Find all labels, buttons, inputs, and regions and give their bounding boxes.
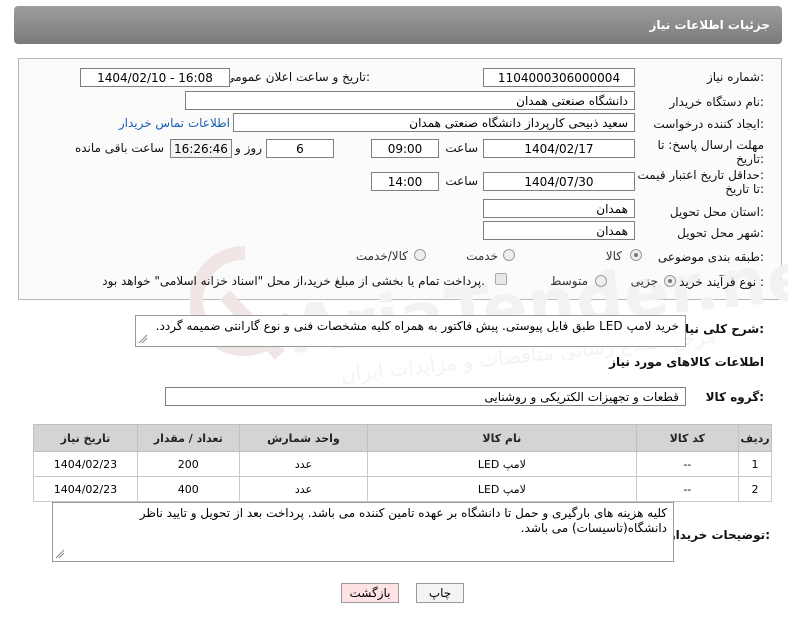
category-option-goods: کالا (605, 249, 622, 263)
need-number-label: شماره نیاز: (706, 70, 764, 84)
remaining-time-label: ساعت باقی مانده (74, 141, 164, 155)
category-option-goods-service: کالا/خدمت (355, 249, 408, 263)
validity-label-line1: حداقل تاریخ اعتبار قیمت: (637, 168, 764, 182)
deadline-label-line2: تاریخ: (736, 152, 764, 166)
requester-field: سعید ذبیحی کارپرداز دانشگاه صنعتی همدان (233, 113, 635, 132)
goods-table-header: ردیف کد کالا نام کالا واحد شمارش تعداد /… (33, 424, 772, 452)
goods-table: ردیف کد کالا نام کالا واحد شمارش تعداد /… (33, 424, 772, 502)
table-row: 2 -- لامپ LED عدد 400 1404/02/23 (33, 476, 772, 502)
deadline-time-label: ساعت (445, 141, 478, 155)
cell-unit: عدد (238, 451, 369, 477)
validity-time-field: 14:00 (371, 172, 439, 191)
need-number-field: 1104000306000004 (483, 68, 635, 87)
goods-group-field: قطعات و تجهیزات الکتریکی و روشنایی (165, 387, 686, 406)
cell-row: 1 (738, 451, 772, 477)
cell-qty: 200 (136, 451, 240, 477)
validity-time-label: ساعت (445, 174, 478, 188)
cell-code: -- (635, 476, 740, 502)
process-radio-minor[interactable] (664, 275, 676, 287)
watermark-logo-icon (190, 245, 297, 360)
goods-section-title: اطلاعات کالاهای مورد نیاز (609, 355, 764, 369)
summary-text: خرید لامپ LED طبق فایل پیوستی. پیش فاکتو… (155, 319, 679, 333)
category-label: طبقه بندی موضوعی: (657, 250, 764, 264)
col-name: نام کالا (367, 424, 637, 452)
process-radio-medium[interactable] (595, 275, 607, 287)
cell-qty: 400 (136, 476, 240, 502)
cell-unit: عدد (238, 476, 369, 502)
resize-handle-icon[interactable] (55, 549, 65, 559)
city-field: همدان (483, 221, 635, 240)
deadline-days-label: روز و (235, 141, 262, 155)
validity-date-field: 1404/07/30 (483, 172, 635, 191)
back-button[interactable]: بازگشت (341, 583, 399, 603)
cell-row: 2 (738, 476, 772, 502)
col-code: کد کالا (635, 424, 740, 452)
buyer-notes-label: توضیحات خریدار: (668, 528, 770, 542)
category-radio-goods-service[interactable] (414, 249, 426, 261)
page-title: جزئیات اطلاعات نیاز (649, 18, 770, 32)
city-label: شهر محل تحویل: (677, 226, 764, 240)
buyer-contact-link[interactable]: اطلاعات تماس خریدار (119, 116, 230, 130)
deadline-days-field: 6 (266, 139, 334, 158)
cell-date: 1404/02/23 (33, 476, 138, 502)
col-date: تاریخ نیاز (33, 424, 138, 452)
cell-date: 1404/02/23 (33, 451, 138, 477)
announce-label: تاریخ و ساعت اعلان عمومی: (225, 70, 370, 84)
requester-label: ایجاد کننده درخواست: (653, 117, 764, 131)
announce-field: 1404/02/10 - 16:08 (80, 68, 230, 87)
buyer-notes-text: کلیه هزینه های بارگیری و حمل تا دانشگاه … (139, 506, 667, 535)
print-button[interactable]: چاپ (416, 583, 464, 603)
process-label: نوع فرآیند خرید : (679, 275, 764, 289)
category-radio-goods[interactable] (630, 249, 642, 261)
summary-textarea: خرید لامپ LED طبق فایل پیوستی. پیش فاکتو… (135, 315, 686, 347)
category-radio-service[interactable] (503, 249, 515, 261)
deadline-label-line1: مهلت ارسال پاسخ: تا (657, 138, 764, 152)
process-option-minor: جزیی (630, 274, 658, 288)
resize-handle-icon[interactable] (138, 334, 148, 344)
treasury-checkbox[interactable] (495, 273, 507, 285)
col-row: ردیف (738, 424, 772, 452)
province-field: همدان (483, 199, 635, 218)
deadline-time-field: 09:00 (371, 139, 439, 158)
buyer-notes-textarea: کلیه هزینه های بارگیری و حمل تا دانشگاه … (52, 502, 674, 562)
summary-label: شرح کلی نیاز: (678, 322, 764, 336)
process-option-medium: متوسط (550, 274, 588, 288)
table-row: 1 -- لامپ LED عدد 200 1404/02/23 (33, 451, 772, 477)
buyer-org-field: دانشگاه صنعتی همدان (185, 91, 635, 110)
cell-name: لامپ LED (367, 476, 637, 502)
col-unit: واحد شمارش (238, 424, 369, 452)
goods-group-label: گروه کالا: (705, 390, 764, 404)
buyer-org-label: نام دستگاه خریدار: (669, 95, 765, 109)
category-option-service: خدمت (466, 249, 498, 263)
validity-label-line2: تا تاریخ: (725, 182, 764, 196)
deadline-date-field: 1404/02/17 (483, 139, 635, 158)
cell-code: -- (635, 451, 740, 477)
remaining-time-field: 16:26:46 (170, 139, 232, 158)
province-label: استان محل تحویل: (669, 205, 764, 219)
page-header: جزئیات اطلاعات نیاز (14, 6, 782, 44)
cell-name: لامپ LED (367, 451, 637, 477)
treasury-checkbox-label: پرداخت تمام یا بخشی از مبلغ خرید،از محل … (102, 274, 485, 288)
col-qty: تعداد / مقدار (136, 424, 240, 452)
